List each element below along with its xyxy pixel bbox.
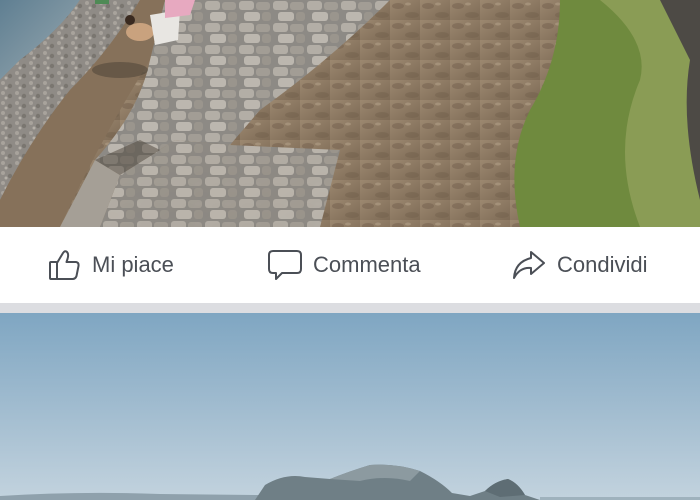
like-button[interactable]: Mi piace: [48, 227, 174, 303]
speech-bubble-icon: [267, 248, 303, 282]
feed-divider: [0, 303, 700, 313]
post-photo-beach-steps[interactable]: [0, 0, 700, 227]
like-label: Mi piace: [92, 252, 174, 277]
post-photo-sea-island[interactable]: [0, 313, 700, 500]
thumbs-up-icon: [48, 248, 82, 282]
share-button[interactable]: Condividi: [511, 227, 648, 303]
post-action-bar: Mi piace Commenta Condividi: [0, 227, 700, 303]
comment-button[interactable]: Commenta: [267, 227, 421, 303]
comment-label: Commenta: [313, 252, 421, 277]
beach-photo-illustration: [0, 0, 700, 227]
share-label: Condividi: [557, 252, 648, 277]
sea-photo-illustration: [0, 313, 700, 500]
share-arrow-icon: [511, 248, 547, 282]
